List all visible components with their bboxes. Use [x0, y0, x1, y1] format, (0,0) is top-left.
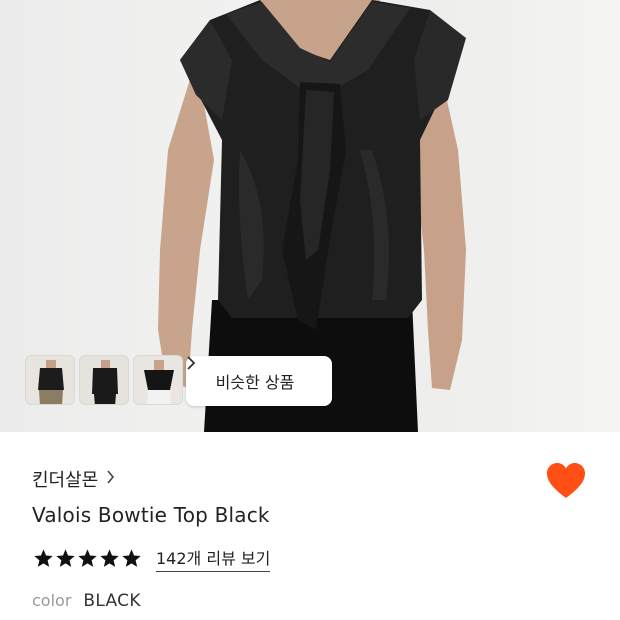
product-image[interactable]: 비슷한 상품 [0, 0, 620, 432]
thumbnail-1[interactable] [25, 355, 75, 405]
product-title: Valois Bowtie Top Black [32, 503, 270, 527]
color-label: color [32, 591, 72, 610]
star-icon [78, 549, 97, 567]
thumbnail-3[interactable] [133, 355, 183, 405]
color-option: color BLACK [32, 591, 141, 611]
brand-name: 킨더살몬 [32, 470, 99, 491]
star-rating [33, 548, 142, 569]
reviews-link[interactable]: 142개 리뷰 보기 [156, 545, 271, 572]
star-icon [34, 549, 53, 567]
star-icon [56, 549, 75, 567]
thumbnail-image [134, 356, 182, 404]
thumbnail-image [26, 356, 74, 404]
star-icon [122, 549, 141, 567]
thumbnail-image [80, 356, 128, 404]
similar-products-label: 비슷한 상품 [215, 373, 295, 392]
similar-products-button[interactable]: 비슷한 상품 [186, 356, 332, 406]
chevron-right-icon [106, 469, 115, 489]
thumbnail-2[interactable] [79, 355, 129, 405]
brand-link[interactable]: 킨더살몬 [32, 466, 115, 492]
color-value: BLACK [83, 591, 141, 611]
star-icon [100, 549, 119, 567]
heart-icon[interactable] [546, 462, 586, 500]
rating-row: 142개 리뷰 보기 [33, 545, 271, 572]
